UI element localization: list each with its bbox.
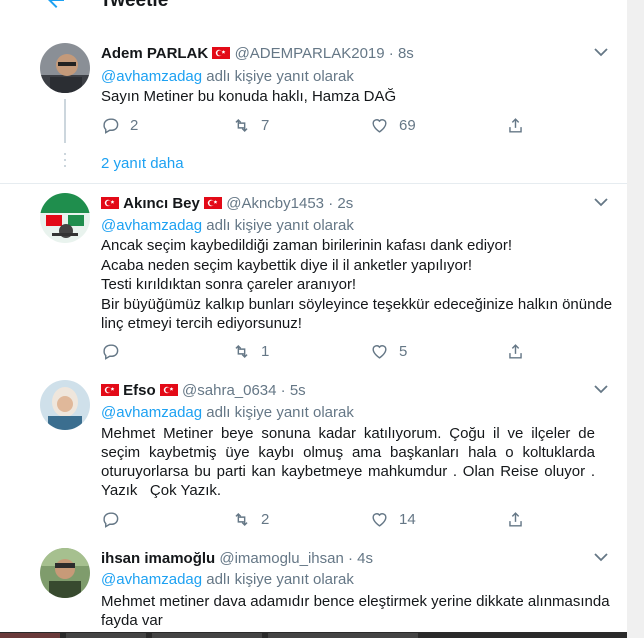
- more-replies-row[interactable]: 2 yanıt daha: [0, 143, 627, 184]
- reply-context: @avhamzadag adlı kişiye yanıt olarak: [101, 217, 354, 234]
- top-header: Tweetle: [0, 0, 644, 34]
- reply-icon: [103, 117, 119, 134]
- retweet-button[interactable]: 7: [232, 114, 271, 136]
- tweet-header: Adem PARLAK @ADEMPARLAK2019 · 8s: [101, 45, 414, 62]
- heart-icon: [372, 512, 387, 527]
- reply-icon: [103, 511, 119, 528]
- scrollbar[interactable]: [627, 0, 644, 638]
- tweet-header: ihsan imamoğlu @imamoglu_ihsan · 4s: [101, 550, 373, 567]
- tweet-text: Mehmet Metiner beye sonuna kadar katılıy…: [101, 425, 595, 499]
- share-icon: [509, 117, 522, 133]
- turkey-flag-icon: [204, 197, 223, 209]
- timestamp[interactable]: 5s: [290, 382, 306, 399]
- tweet-actions: 2 14: [101, 508, 531, 530]
- tweet[interactable]: ihsan imamoğlu @imamoglu_ihsan · 4s @avh…: [0, 542, 627, 638]
- more-dots: [63, 153, 67, 171]
- author-name[interactable]: Akıncı Bey: [123, 195, 200, 212]
- share-icon: [509, 343, 522, 359]
- reply-button[interactable]: [101, 508, 140, 530]
- turkey-flag-icon: [159, 384, 178, 396]
- timestamp[interactable]: 8s: [398, 45, 414, 62]
- heart-icon: [372, 344, 387, 359]
- reply-context: @avhamzadag adlı kişiye yanıt olarak: [101, 571, 354, 588]
- retweet-icon: [235, 344, 248, 358]
- taskbar-item[interactable]: [152, 633, 262, 638]
- retweet-button[interactable]: 2: [232, 508, 271, 530]
- like-count: 14: [399, 510, 416, 528]
- author-name[interactable]: ihsan imamoğlu: [101, 550, 215, 567]
- reply-context: @avhamzadag adlı kişiye yanıt olarak: [101, 404, 354, 421]
- taskbar-strip: [0, 632, 627, 638]
- mention-link[interactable]: @avhamzadag: [101, 217, 202, 234]
- share-icon: [509, 511, 522, 527]
- separator-dot: ·: [328, 195, 334, 212]
- taskbar-item[interactable]: [66, 633, 146, 638]
- like-button[interactable]: 5: [370, 340, 409, 362]
- show-more-replies-link[interactable]: 2 yanıt daha: [101, 155, 184, 172]
- author-name[interactable]: Efso: [123, 382, 156, 399]
- reply-count: 2: [130, 116, 139, 134]
- tweet[interactable]: Efso @sahra_0634 · 5s @avhamzadag adlı k…: [0, 368, 627, 543]
- heart-icon: [372, 118, 387, 133]
- mention-link[interactable]: @avhamzadag: [101, 404, 202, 421]
- share-button[interactable]: [506, 508, 535, 530]
- retweet-button[interactable]: 1: [232, 340, 271, 362]
- chevron-down-icon[interactable]: [594, 47, 608, 57]
- tweet-actions: 1 5: [101, 340, 531, 362]
- separator-dot: ·: [388, 45, 394, 62]
- separator-dot: ·: [347, 550, 353, 567]
- separator-dot: ·: [280, 382, 286, 399]
- timestamp[interactable]: 4s: [357, 550, 373, 567]
- taskbar-item[interactable]: [0, 633, 60, 638]
- mention-link[interactable]: @avhamzadag: [101, 571, 202, 588]
- avatar[interactable]: [40, 548, 90, 598]
- tweet[interactable]: Adem PARLAK @ADEMPARLAK2019 · 8s @avhamz…: [0, 33, 627, 144]
- retweet-count: 7: [261, 116, 270, 134]
- reply-context: @avhamzadag adlı kişiye yanıt olarak: [101, 68, 354, 85]
- retweet-icon: [235, 118, 248, 132]
- avatar[interactable]: [40, 193, 90, 243]
- chevron-down-icon[interactable]: [594, 384, 608, 394]
- retweet-count: 2: [261, 510, 270, 528]
- retweet-count: 1: [261, 342, 270, 360]
- timestamp[interactable]: 2s: [337, 195, 353, 212]
- back-arrow-icon[interactable]: [44, 0, 68, 12]
- turkey-flag-icon: [101, 197, 119, 209]
- turkey-flag-icon: [101, 384, 119, 396]
- like-button[interactable]: 69: [370, 114, 416, 136]
- chevron-down-icon[interactable]: [594, 197, 608, 207]
- retweet-icon: [235, 512, 248, 526]
- author-name[interactable]: Adem PARLAK: [101, 45, 208, 62]
- author-handle[interactable]: @imamoglu_ihsan: [219, 550, 343, 567]
- tweet[interactable]: Akıncı Bey @Akncby1453 · 2s @avhamzadag …: [0, 184, 627, 369]
- taskbar-item[interactable]: [268, 633, 418, 638]
- reply-icon: [103, 343, 119, 360]
- chevron-down-icon[interactable]: [594, 552, 608, 562]
- like-count: 5: [399, 342, 408, 360]
- avatar[interactable]: [40, 380, 90, 430]
- thread-line: [64, 99, 66, 143]
- tweet-text: Sayın Metiner bu konuda haklı, Hamza DAĞ: [101, 88, 397, 105]
- turkey-flag-icon: [212, 47, 231, 59]
- author-handle[interactable]: @ADEMPARLAK2019: [235, 45, 385, 62]
- tweet-text: Mehmet metiner dava adamıdır bence eleşt…: [101, 593, 610, 629]
- mention-link[interactable]: @avhamzadag: [101, 68, 202, 85]
- reply-button[interactable]: [101, 340, 140, 362]
- author-handle[interactable]: @Akncby1453: [226, 195, 324, 212]
- page-title: Tweetle: [100, 0, 169, 11]
- avatar[interactable]: [40, 43, 90, 93]
- tweet-text: Ancak seçim kaybedildiği zaman birilerin…: [101, 237, 613, 332]
- tweet-header: Akıncı Bey @Akncby1453 · 2s: [101, 195, 353, 212]
- like-count: 69: [399, 116, 416, 134]
- like-button[interactable]: 14: [370, 508, 416, 530]
- share-button[interactable]: [506, 114, 535, 136]
- tweet-actions: 2 7 69: [101, 114, 531, 136]
- tweet-header: Efso @sahra_0634 · 5s: [101, 382, 306, 399]
- author-handle[interactable]: @sahra_0634: [182, 382, 276, 399]
- reply-button[interactable]: 2: [101, 114, 140, 136]
- share-button[interactable]: [506, 340, 535, 362]
